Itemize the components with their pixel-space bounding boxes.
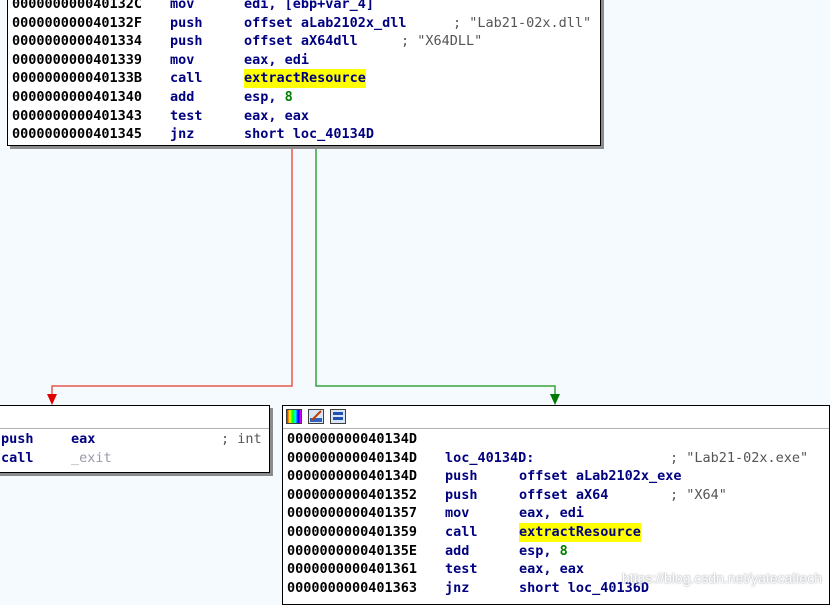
code-line: 0000000000401334 push offset aX64dll ; "X64… — [8, 32, 600, 51]
operand: eax, edi — [519, 505, 585, 522]
mnemonic: push — [1, 431, 34, 447]
address: 0000000000401359 — [287, 524, 418, 540]
edit-graph-icon[interactable] — [308, 409, 324, 424]
operand: esp, 8 — [519, 542, 568, 559]
address: 000000000040133B — [12, 70, 143, 87]
address: 000000000040135E — [287, 542, 418, 559]
false-branch-edge — [51, 146, 293, 398]
comment: ; "Lab21-02x.dll" — [453, 14, 592, 31]
code-line: 000000000040134D — [283, 430, 829, 449]
operand: eax, edi — [244, 51, 310, 68]
mnemonic: mov — [170, 51, 195, 68]
mnemonic: call — [445, 524, 478, 540]
address: 000000000040132F — [12, 14, 143, 31]
code-line: 000000000040132F push offset aLab2102x_dll… — [8, 14, 600, 33]
address: 0000000000401340 — [12, 89, 143, 105]
operand: short loc_40134D — [244, 126, 375, 143]
operand[interactable]: extractResource — [244, 69, 366, 88]
left-block-titlebar — [0, 406, 269, 429]
operand[interactable]: extractResource — [519, 523, 641, 542]
address: 0000000000401345 — [12, 126, 143, 143]
comment: ; "Lab21-02x.exe" — [670, 449, 809, 466]
address: 0000000000401352 — [287, 486, 418, 503]
mnemonic: test — [170, 107, 203, 124]
mnemonic: push — [445, 468, 478, 485]
mnemonic: mov — [445, 505, 470, 522]
code-line: push eax ; int — [0, 430, 269, 449]
code-line: 0000000000401352 push offset aX64 ; "X64" — [283, 486, 829, 505]
comment: ; "X64" — [670, 486, 727, 503]
code-line: 0000000000401340 add esp, 8 — [8, 88, 600, 107]
mnemonic: call — [1, 449, 34, 466]
code-line: call _exit — [0, 449, 269, 468]
operand: offset aX64 — [519, 486, 609, 503]
address: 000000000040134D — [287, 468, 418, 485]
immediate-value: 8 — [559, 542, 568, 559]
mnemonic: test — [445, 561, 478, 578]
immediate-value: 8 — [284, 89, 293, 105]
address: 0000000000401361 — [287, 561, 418, 578]
right-block-titlebar — [283, 406, 829, 429]
address: 000000000040132C — [12, 0, 143, 12]
operand: offset aLab2102x_dll — [244, 14, 407, 31]
watermark: https://blog.csdn.net/yatecaltech — [621, 570, 822, 586]
address: 000000000040134D — [287, 431, 418, 447]
operand: edi, [ebp+var_4] — [244, 0, 375, 12]
operand: eax, eax — [244, 107, 310, 124]
operand: offset aLab2102x_exe — [519, 468, 682, 485]
code-label: loc_40134D: — [445, 449, 535, 466]
code-line: 0000000000401339 mov eax, edi — [8, 51, 600, 70]
mnemonic: push — [170, 33, 203, 50]
false-branch-arrow — [47, 394, 57, 405]
address: 0000000000401343 — [12, 107, 143, 124]
code-line: 000000000040132C mov edi, [ebp+var_4] — [8, 0, 600, 14]
comment: ; int — [221, 431, 262, 447]
mnemonic: call — [170, 70, 203, 87]
mnemonic: push — [445, 486, 478, 503]
operand: _exit — [71, 449, 112, 466]
code-line: 000000000040133B call extractResource — [8, 69, 600, 88]
mnemonic: add — [170, 89, 195, 105]
address: 0000000000401334 — [12, 33, 143, 50]
operand: esp, 8 — [244, 89, 293, 105]
true-branch-edge — [315, 146, 556, 398]
operand: eax — [71, 431, 96, 447]
address: 0000000000401357 — [287, 505, 418, 522]
mnemonic: mov — [170, 0, 195, 12]
code-line: 000000000040134D push offset aLab2102x_exe — [283, 467, 829, 486]
code-line: 0000000000401345 jnz short loc_40134D — [8, 125, 600, 144]
code-line: 000000000040135E add esp, 8 — [283, 542, 829, 561]
mnemonic: push — [170, 14, 203, 31]
top-code-block[interactable]: 000000000040132C mov edi, [ebp+var_4] 00000… — [7, 0, 601, 146]
left-code-block[interactable]: push eax ; int call _exit — [0, 405, 270, 473]
zoom-graph-icon[interactable] — [330, 409, 346, 424]
address: 000000000040134D — [287, 449, 418, 466]
mnemonic: jnz — [445, 579, 470, 596]
comment: ; "X64DLL" — [401, 33, 483, 50]
mnemonic: jnz — [170, 126, 195, 143]
operand: eax, eax — [519, 561, 585, 578]
mnemonic: add — [445, 542, 470, 559]
color-palette-icon[interactable] — [286, 409, 302, 424]
address: 0000000000401339 — [12, 51, 143, 68]
operand: offset aX64dll — [244, 33, 358, 50]
code-line: 0000000000401359 call extractResource — [283, 523, 829, 542]
code-line: 0000000000401343 test eax, eax — [8, 107, 600, 126]
true-branch-arrow — [550, 394, 560, 405]
code-line: 0000000000401357 mov eax, edi — [283, 504, 829, 523]
code-line: 000000000040134D loc_40134D: ; "Lab21-02x.… — [283, 449, 829, 468]
address: 0000000000401363 — [287, 579, 418, 596]
